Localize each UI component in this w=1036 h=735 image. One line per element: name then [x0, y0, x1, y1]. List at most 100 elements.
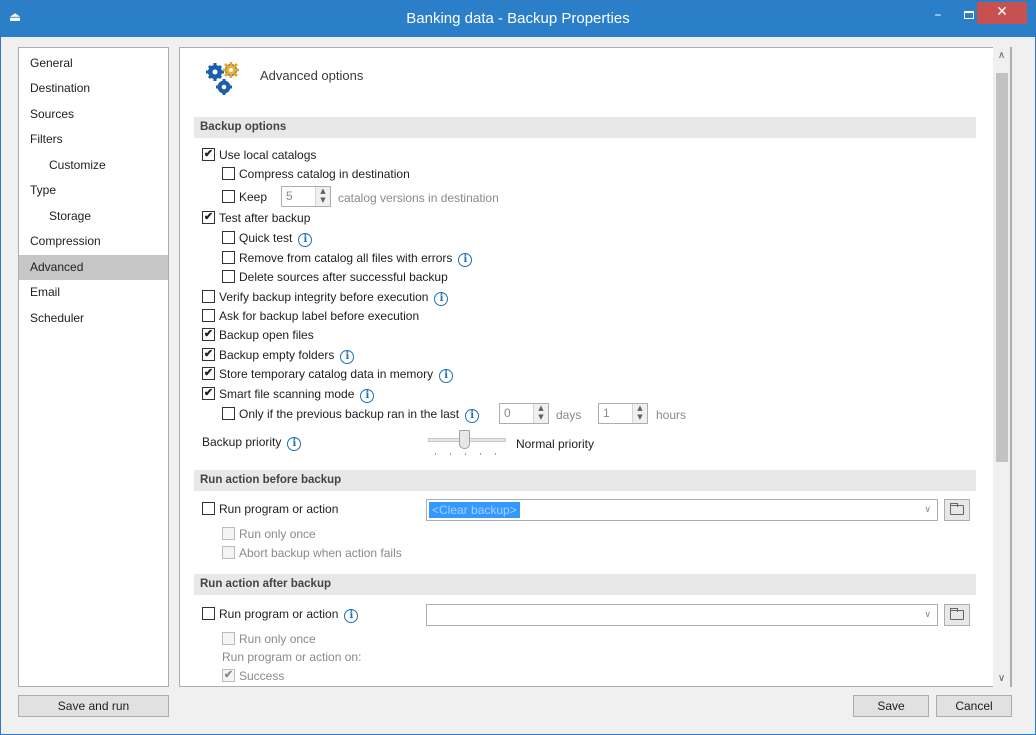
info-icon[interactable]: i: [360, 389, 375, 403]
checkbox-box: ✔: [202, 148, 215, 161]
info-icon[interactable]: i: [344, 609, 359, 623]
checkbox-box: [222, 167, 235, 180]
checkbox-box: [222, 190, 235, 203]
hours-stepper[interactable]: 1 ▲ ▼: [598, 403, 648, 424]
stepper-value: 5: [286, 189, 293, 203]
info-icon[interactable]: i: [434, 292, 449, 306]
run-on-label: Run program or action on:: [222, 650, 362, 664]
checkbox-box: [222, 270, 235, 283]
priority-slider-thumb[interactable]: [459, 430, 470, 449]
info-icon[interactable]: i: [458, 253, 473, 267]
nav-item-compression[interactable]: Compression: [19, 229, 168, 254]
folder-icon: [950, 503, 964, 515]
stepper-value: 0: [504, 406, 511, 420]
checkbox-label: Remove from catalog all files with error…: [239, 251, 453, 265]
folder-icon: [950, 608, 964, 620]
priority-slider-ticks: [435, 453, 505, 457]
nav-item-storage[interactable]: Storage: [19, 204, 168, 229]
minimize-button[interactable]: –: [923, 5, 953, 27]
before-browse-button[interactable]: [944, 499, 970, 521]
checkbox-label: Ask for backup label before execution: [219, 309, 420, 323]
combo-value: <Clear backup>: [429, 502, 520, 518]
section-run-after: Run action after backup: [194, 574, 976, 595]
advanced-options-panel: Advanced options Backup options ✔ Use lo…: [179, 47, 1012, 687]
page-title: Advanced options: [260, 68, 364, 83]
checkbox-label: Abort backup when action fails: [239, 546, 402, 560]
scroll-down-icon[interactable]: ∨: [993, 670, 1010, 687]
days-label: days: [556, 408, 582, 422]
content-scrollbar[interactable]: ∧ ∨: [993, 47, 1011, 687]
checkbox-box: [222, 251, 235, 264]
priority-value-label: Normal priority: [516, 437, 595, 451]
info-icon[interactable]: i: [465, 409, 480, 423]
days-stepper[interactable]: 0 ▲ ▼: [499, 403, 549, 424]
checkbox-label: Run only once: [239, 527, 316, 541]
checkbox-box: ✔: [202, 348, 215, 361]
checkbox-label: Backup open files: [219, 328, 314, 342]
checkbox-box: [222, 407, 235, 420]
nav-item-general[interactable]: General: [19, 51, 168, 76]
keep-versions-stepper[interactable]: 5 ▲ ▼: [281, 186, 331, 207]
stepper-arrows-icon[interactable]: ▲ ▼: [315, 187, 330, 206]
save-and-run-button[interactable]: Save and run: [18, 695, 169, 717]
hours-label: hours: [656, 408, 687, 422]
save-button[interactable]: Save: [853, 695, 929, 717]
window-title: Banking data - Backup Properties: [406, 10, 630, 27]
before-action-combo[interactable]: <Clear backup> ∨: [426, 499, 938, 521]
after-browse-button[interactable]: [944, 604, 970, 626]
nav-item-filters[interactable]: Filters: [19, 127, 168, 152]
scroll-up-icon[interactable]: ∧: [993, 47, 1010, 64]
nav-item-advanced[interactable]: Advanced: [19, 255, 168, 280]
stepper-arrows-icon[interactable]: ▲ ▼: [632, 404, 647, 423]
checkbox-label: Quick test: [239, 231, 293, 245]
backup-properties-window: ⏏ Banking data - Backup Properties – ✕ G…: [0, 0, 1036, 735]
checkbox-label: Only if the previous backup ran in the l…: [239, 407, 460, 421]
checkbox-label: Run only once: [239, 632, 316, 646]
after-action-combo[interactable]: ∨: [426, 604, 938, 626]
checkbox-label: Run program or action: [219, 607, 339, 621]
checkbox-box: [202, 607, 215, 620]
checkbox-box: ✔: [202, 387, 215, 400]
checkbox-label: Use local catalogs: [219, 148, 317, 162]
nav-item-customize[interactable]: Customize: [19, 153, 168, 178]
checkbox-label: Compress catalog in destination: [239, 167, 410, 181]
checkbox-label: Success: [239, 669, 285, 683]
stepper-arrows-icon[interactable]: ▲ ▼: [533, 404, 548, 423]
checkbox-label: Backup empty folders: [219, 348, 335, 362]
checkbox-label: Delete sources after successful backup: [239, 270, 448, 284]
checkbox-box: ✔: [202, 367, 215, 380]
chevron-down-icon[interactable]: ∨: [924, 502, 931, 519]
checkbox-box: [202, 309, 215, 322]
scrollbar-thumb[interactable]: [996, 73, 1008, 462]
stepper-value: 1: [603, 406, 610, 420]
checkbox-box: ✔: [202, 328, 215, 341]
cancel-button[interactable]: Cancel: [936, 695, 1012, 717]
checkbox-box: ✔: [202, 211, 215, 224]
info-icon[interactable]: i: [439, 369, 454, 383]
nav-item-destination[interactable]: Destination: [19, 76, 168, 101]
checkbox-box: [222, 527, 235, 540]
nav-item-scheduler[interactable]: Scheduler: [19, 306, 168, 331]
checkbox-label: Test after backup: [219, 211, 311, 225]
checkbox-label: Run program or action: [219, 502, 339, 516]
gears-icon: [206, 62, 239, 95]
backup-priority-label: Backup priority i: [202, 433, 302, 451]
priority-label-text: Backup priority: [202, 435, 282, 449]
checkbox-box: [202, 502, 215, 515]
section-backup-options: Backup options: [194, 117, 976, 138]
nav-item-email[interactable]: Email: [19, 280, 168, 305]
chevron-down-icon[interactable]: ∨: [924, 607, 931, 624]
info-icon[interactable]: i: [287, 437, 302, 451]
nav-item-type[interactable]: Type: [19, 178, 168, 203]
checkbox-label: Keep: [239, 190, 268, 204]
info-icon[interactable]: i: [340, 350, 355, 364]
close-button[interactable]: ✕: [977, 2, 1027, 24]
checkbox-box: [222, 632, 235, 645]
settings-nav: General Destination Sources Filters Cust…: [18, 47, 169, 687]
checkbox-label: Store temporary catalog data in memory: [219, 367, 434, 381]
info-icon[interactable]: i: [298, 233, 313, 247]
section-run-before: Run action before backup: [194, 470, 976, 491]
maximize-icon: [964, 11, 974, 19]
title-bar[interactable]: ⏏ Banking data - Backup Properties – ✕: [1, 1, 1035, 37]
nav-item-sources[interactable]: Sources: [19, 102, 168, 127]
